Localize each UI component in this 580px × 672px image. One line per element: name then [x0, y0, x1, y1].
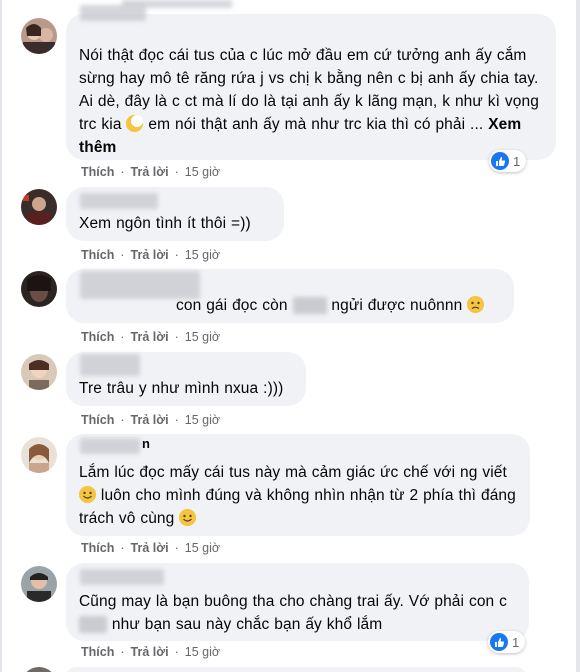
like-icon [491, 152, 509, 170]
comment-bubble: Tre trâu y như mình nxua :))) [66, 352, 306, 406]
like-button[interactable]: Thích [81, 645, 114, 659]
comment-actions: Thích · Trả lời · 15 giờ [81, 165, 221, 179]
timestamp[interactable]: 15 giờ [185, 330, 220, 344]
avatar[interactable] [21, 189, 57, 225]
timestamp[interactable]: 15 giờ [185, 413, 220, 427]
timestamp[interactable]: 15 giờ [185, 541, 220, 555]
comment-bubble: Nói thật đọc cái tus của c lúc mở đầu em… [66, 5, 556, 160]
comment-section: Nói thật đọc cái tus của c lúc mở đầu em… [2, 0, 576, 672]
redacted-name[interactable] [80, 5, 146, 21]
redacted-word [79, 616, 107, 634]
comment-bubble: con gái đọc còn ngửi được nuônnn [66, 269, 514, 323]
comment-text: Lắm lúc đọc mấy cái tus này mà cảm giác … [79, 464, 516, 527]
comment-actions: Thích · Trả lời · 15 giờ [81, 330, 221, 344]
timestamp[interactable]: 15 giờ [185, 248, 220, 262]
reply-button[interactable]: Trả lời [131, 413, 169, 427]
comment-text: Tre trâu y như mình nxua :))) [79, 380, 284, 397]
comment-text: Xem ngôn tình ít thôi =)) [79, 215, 251, 232]
comment-actions: Thích · Trả lời · 15 giờ [81, 541, 221, 555]
timestamp[interactable]: 15 giờ [185, 165, 220, 179]
like-button[interactable]: Thích [81, 165, 114, 179]
redacted-name[interactable] [80, 569, 164, 585]
redacted-name[interactable] [80, 438, 140, 454]
avatar[interactable] [21, 566, 57, 602]
comment-actions: Thích · Trả lời · 15 giờ [81, 413, 221, 427]
avatar[interactable] [21, 667, 57, 672]
smile-emoji [79, 486, 96, 503]
reply-button[interactable]: Trả lời [131, 330, 169, 344]
redacted-name[interactable] [80, 271, 200, 299]
redacted-name[interactable] [80, 193, 158, 209]
redacted-name[interactable] [80, 354, 140, 376]
comment-actions: Thích · Trả lời · 15 giờ [81, 645, 221, 659]
redacted-word [292, 297, 327, 315]
like-button[interactable]: Thích [81, 541, 114, 555]
reaction-badge[interactable]: 1 [488, 631, 526, 653]
name-tail: n [142, 436, 150, 451]
avatar[interactable] [21, 354, 57, 390]
reaction-badge[interactable]: 1 [489, 150, 527, 172]
comment-actions: Thích · Trả lời · 15 giờ [81, 248, 221, 262]
smile-emoji [179, 509, 197, 526]
avatar[interactable] [21, 18, 57, 54]
comment-text: Cũng may là bạn buông tha cho chàng trai… [79, 593, 508, 634]
like-button[interactable]: Thích [81, 248, 114, 262]
like-icon [490, 633, 508, 651]
reply-button[interactable]: Trả lời [131, 165, 169, 179]
timestamp[interactable]: 15 giờ [185, 645, 220, 659]
comment-bubble: Cũng may là bạn buông tha cho chàng trai… [66, 563, 529, 641]
comment-bubble [66, 667, 526, 672]
like-button[interactable]: Thích [81, 413, 114, 427]
like-button[interactable]: Thích [81, 330, 114, 344]
comment-text: Nói thật đọc cái tus của c lúc mở đầu em… [79, 47, 539, 156]
moon-emoji [126, 115, 144, 132]
avatar[interactable] [21, 271, 57, 307]
reaction-count: 1 [513, 153, 521, 169]
avatar[interactable] [21, 437, 57, 473]
comment-bubble: n Lắm lúc đọc mấy cái tus này mà cảm giá… [66, 434, 530, 536]
reply-button[interactable]: Trả lời [131, 248, 169, 262]
reply-button[interactable]: Trả lời [131, 541, 169, 555]
comment-bubble: Xem ngôn tình ít thôi =)) [66, 187, 284, 241]
reply-button[interactable]: Trả lời [131, 645, 169, 659]
sad-emoji [467, 296, 485, 313]
reaction-count: 1 [512, 634, 520, 650]
